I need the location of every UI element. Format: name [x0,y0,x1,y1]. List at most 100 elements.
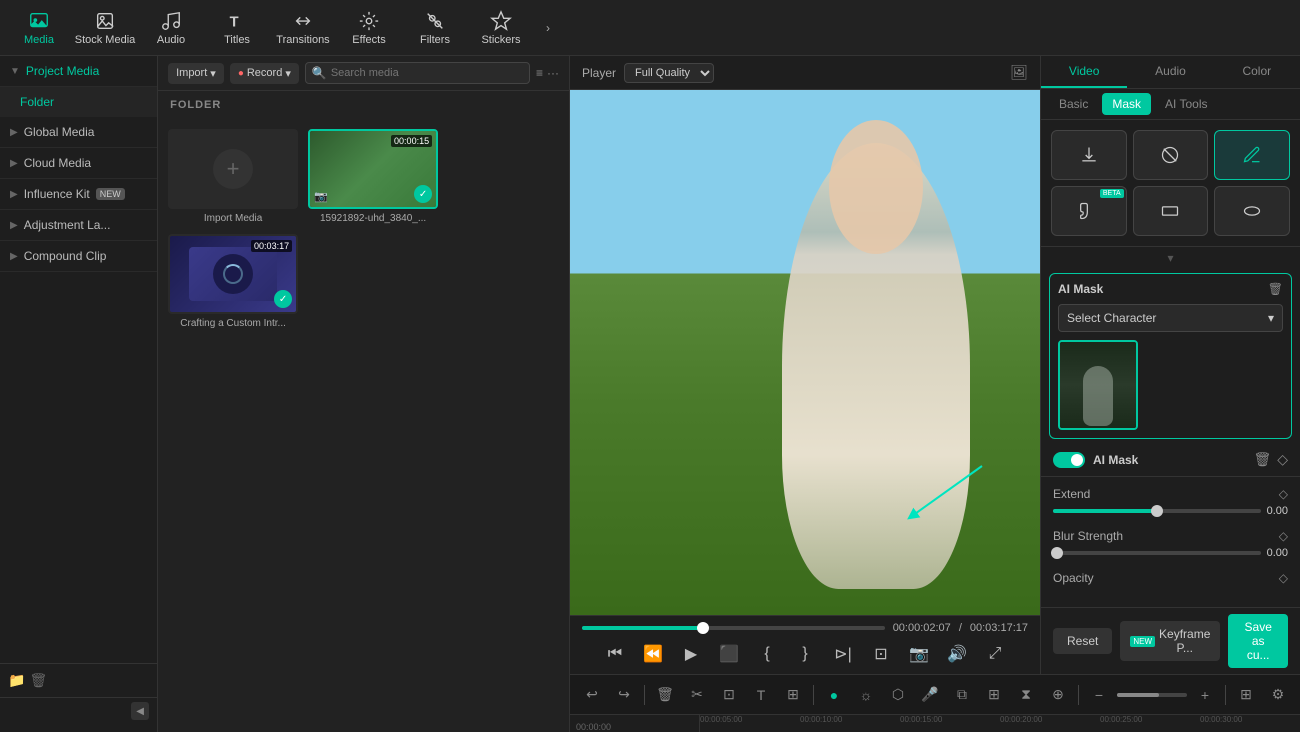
extend-slider-track[interactable] [1053,509,1261,513]
sidebar-item-global-media[interactable]: ▶ Global Media [0,117,157,148]
keyframe-diamond-icon[interactable]: ◇ [1277,451,1288,468]
sidebar-item-adjustment[interactable]: ▶ Adjustment La... [0,210,157,241]
record-button[interactable]: ● Record ▾ [230,63,299,84]
tool-titles[interactable]: T Titles [206,3,268,53]
tool-stickers[interactable]: Stickers [470,3,532,53]
audio-button[interactable]: 🔊 [943,640,971,668]
add-marker-button[interactable]: ⊳| [829,640,857,668]
search-input[interactable] [331,67,523,79]
auto-color-button[interactable]: ☼ [852,681,880,709]
mask-icon-brush[interactable]: BETA [1051,186,1127,236]
tool-filters[interactable]: Filters [404,3,466,53]
tool-media[interactable]: Media [8,3,70,53]
sidebar-item-influence-kit[interactable]: ▶ Influence Kit NEW [0,179,157,210]
keyframe-button[interactable]: NEW Keyframe P... [1120,621,1220,661]
settings-tl-button[interactable]: ⚙ [1264,681,1292,709]
mask-icon-ellipse[interactable] [1214,186,1290,236]
panel-tab-aitools[interactable]: AI Tools [1155,93,1217,115]
ai-mask-toggle[interactable] [1053,452,1085,468]
plus-zoom-button[interactable]: + [1191,681,1219,709]
tool-stock-media[interactable]: Stock Media [74,3,136,53]
redo-button[interactable]: ↪ [610,681,638,709]
more-icon[interactable]: ··· [547,66,559,80]
media-thumb-box-clip1[interactable]: 00:00:15 📷 ✓ [308,129,438,209]
reset-button[interactable]: Reset [1053,628,1112,654]
go-start-button[interactable]: ⏮ [601,640,629,668]
ripple-button[interactable]: ● [820,681,848,709]
search-bar[interactable]: 🔍 [305,62,530,84]
collapse-panel-button[interactable]: ◀ [131,702,149,720]
import-media-item[interactable]: + Import Media [168,129,298,224]
mask-icon-rect[interactable] [1133,186,1209,236]
screenshot-icon[interactable]: 🖼 [1010,64,1028,81]
panel-tab-mask[interactable]: Mask [1102,93,1151,115]
delete-clip-button[interactable]: 🗑 [651,681,679,709]
select-character-dropdown[interactable]: Select Character ▾ [1058,304,1283,332]
step-back-button[interactable]: ⏪ [639,640,667,668]
media-item-clip2[interactable]: 00:03:17 ✓ Crafting a Custom Intr... [168,234,298,329]
play-button[interactable]: ▶ [677,640,705,668]
sidebar-item-compound-clip[interactable]: ▶ Compound Clip [0,241,157,272]
extend-keyframe-icon[interactable]: ◇ [1279,487,1288,501]
speed-button[interactable]: ⧗ [1012,681,1040,709]
opacity-keyframe-icon[interactable]: ◇ [1279,571,1288,585]
minus-zoom-button[interactable]: − [1085,681,1113,709]
mic-button[interactable]: 🎤 [916,681,944,709]
ai-mask-toggle-row: AI Mask 🗑 ◇ [1041,443,1300,477]
quality-select[interactable]: Full Quality [624,63,714,83]
mark-out-button[interactable]: } [791,640,819,668]
tab-audio2[interactable]: Audio [1127,56,1213,88]
text-button[interactable]: T [747,681,775,709]
extend-slider-container: 0.00 [1053,505,1288,517]
sidebar-item-project-media[interactable]: ▼ Project Media [0,56,157,87]
tab-video2[interactable]: Video [1041,56,1127,88]
multi-button[interactable]: ⊞ [980,681,1008,709]
more-tl-button[interactable]: ⊞ [779,681,807,709]
ai-tl-button[interactable]: ⊕ [1044,681,1072,709]
fullscreen-button[interactable]: ⊡ [867,640,895,668]
media-item-clip1[interactable]: 00:00:15 📷 ✓ 15921892-uhd_3840_... [308,129,438,224]
arrow-icon4: ▶ [10,189,18,200]
panel-tab-basic[interactable]: Basic [1049,93,1098,115]
saveas-button[interactable]: Save as cu... [1228,614,1288,668]
character-thumbnail[interactable] [1058,340,1138,430]
media-thumb-box-clip2[interactable]: 00:03:17 ✓ [168,234,298,314]
mask-icon-download[interactable] [1051,130,1127,180]
more-tools-button[interactable]: › [536,16,560,40]
tool-transitions[interactable]: Transitions [272,3,334,53]
fit-button[interactable]: ⤢ [981,640,1009,668]
import-media-box[interactable]: + [168,129,298,209]
mask-icon-ban[interactable] [1133,130,1209,180]
ai-mask-delete-icon[interactable]: 🗑 [1268,282,1283,296]
blur-keyframe-icon[interactable]: ◇ [1279,529,1288,543]
progress-thumb[interactable] [697,622,709,634]
crop-button[interactable]: ⊡ [715,681,743,709]
connect-button[interactable]: ⧉ [948,681,976,709]
mask-icon-pen[interactable] [1214,130,1290,180]
import-button[interactable]: Import ▾ [168,63,224,84]
blur-thumb[interactable] [1051,547,1063,559]
delete-icon[interactable]: 🗑 [29,672,47,689]
extend-value: 0.00 [1267,505,1288,517]
tool-effects[interactable]: Effects [338,3,400,53]
ai-mask-delete-icon2[interactable]: 🗑 [1253,451,1271,468]
tab-color2[interactable]: Color [1214,56,1300,88]
add-folder-icon[interactable]: 📁 [8,672,25,689]
split-button[interactable]: ✂ [683,681,711,709]
mark-in-button[interactable]: { [753,640,781,668]
right-panel: Video Audio Video Video Audio [1040,56,1300,674]
sidebar-item-cloud-media[interactable]: ▶ Cloud Media [0,148,157,179]
progress-track[interactable] [582,626,885,630]
mask-tl-button[interactable]: ⬡ [884,681,912,709]
grid-button[interactable]: ⊞ [1232,681,1260,709]
extend-thumb[interactable] [1151,505,1163,517]
zoom-slider[interactable] [1117,693,1187,697]
blur-slider-track[interactable] [1053,551,1261,555]
stop-button[interactable]: ⬛ [715,640,743,668]
sidebar-item-folder[interactable]: Folder [0,87,157,117]
filter-icon[interactable]: ≡ [536,66,543,80]
import-placeholder-icon: + [213,149,253,189]
tool-audio[interactable]: Audio [140,3,202,53]
undo-button[interactable]: ↩ [578,681,606,709]
snapshot-button[interactable]: 📷 [905,640,933,668]
